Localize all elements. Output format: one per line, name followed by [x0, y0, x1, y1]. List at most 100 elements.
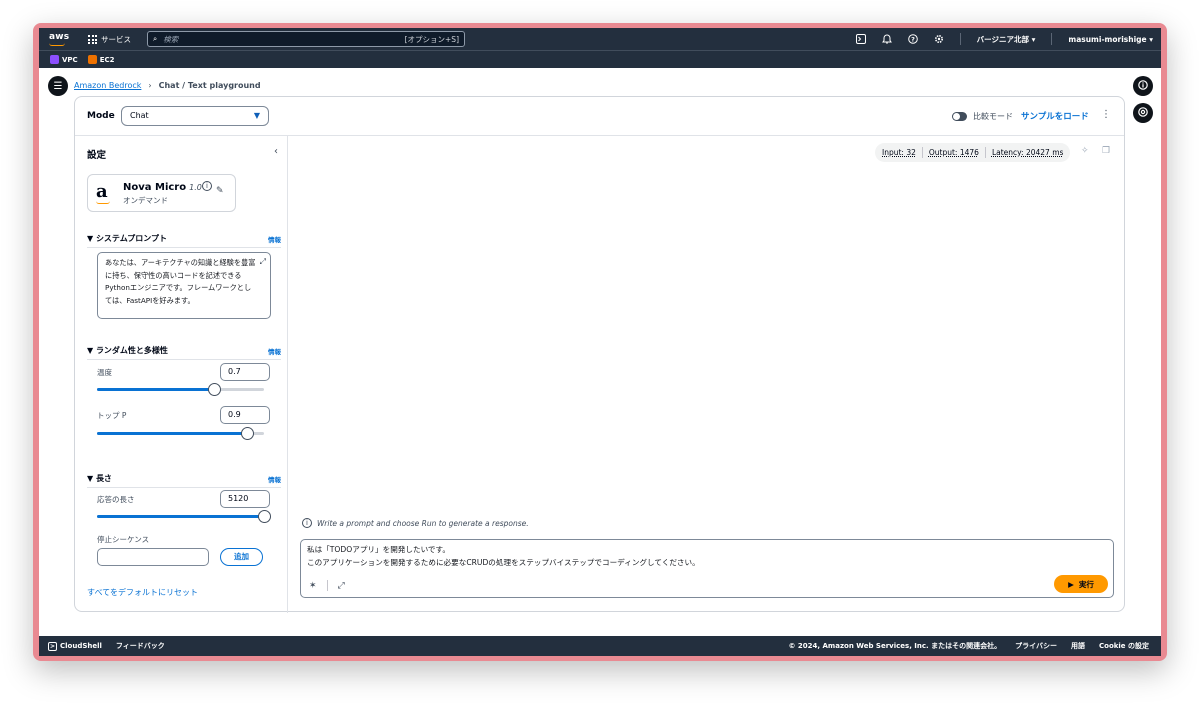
- services-menu-button[interactable]: サービス: [88, 34, 131, 45]
- terms-link[interactable]: 用語: [1071, 641, 1085, 651]
- collapse-panel-icon[interactable]: ‹: [274, 146, 278, 157]
- slider-knob[interactable]: [258, 510, 271, 523]
- input-tokens[interactable]: Input: 32: [882, 148, 916, 157]
- system-prompt-section: ▼ システムプロンプト 情報 あなたは、アーキテクチャの知識と経験を豊富に持ち、…: [87, 233, 281, 323]
- info-link[interactable]: 情報: [268, 234, 281, 244]
- nav-separator: [959, 33, 961, 45]
- browser-window: aws サービス ⌕ 検索 [オプション+S] ? バージニア北部 ▾ masu…: [39, 28, 1161, 656]
- aws-smile-icon: [49, 43, 65, 46]
- length-section: ▼ 長さ 情報 応答の長さ 5120 停止シーケンス 追加: [87, 473, 281, 583]
- clear-chat-icon[interactable]: ✧: [1081, 146, 1089, 156]
- help-panel-button[interactable]: [1133, 103, 1153, 123]
- output-tokens[interactable]: Output: 1476: [929, 148, 979, 157]
- compare-mode-label: 比較モード: [973, 112, 1013, 121]
- copyright-text: © 2024, Amazon Web Services, Inc. またはその関…: [788, 642, 1002, 650]
- search-shortcut: [オプション+S]: [404, 34, 459, 44]
- breadcrumb-current: Chat / Text playground: [158, 81, 261, 90]
- top-p-input[interactable]: 0.9: [220, 406, 270, 424]
- info-link[interactable]: 情報: [268, 474, 281, 484]
- load-sample-button[interactable]: サンプルをロード: [1021, 110, 1089, 122]
- grid-icon: [88, 35, 97, 44]
- breadcrumb-link-bedrock[interactable]: Amazon Bedrock: [74, 81, 141, 90]
- toggle-switch[interactable]: [952, 112, 967, 121]
- randomness-header[interactable]: ▼ ランダム性と多様性 情報: [87, 345, 281, 360]
- hamburger-menu-button[interactable]: ☰: [48, 76, 68, 96]
- feedback-link[interactable]: フィードバック: [116, 641, 165, 651]
- expand-icon[interactable]: ⤢: [260, 256, 266, 269]
- edit-pencil-icon[interactable]: ✎: [216, 186, 224, 196]
- cookie-settings-link[interactable]: Cookie の設定: [1099, 641, 1149, 651]
- info-circle-icon: i: [302, 518, 312, 528]
- privacy-link[interactable]: プライバシー: [1015, 641, 1057, 651]
- svg-text:?: ?: [911, 35, 915, 43]
- settings-title: 設定: [87, 150, 107, 161]
- add-stop-sequence-button[interactable]: 追加: [220, 548, 263, 566]
- info-panel-button[interactable]: [1133, 76, 1153, 96]
- prompt-tools: ✶ ⤢: [309, 580, 345, 591]
- temperature-input[interactable]: 0.7: [220, 363, 270, 381]
- top-right-controls: ? バージニア北部 ▾ masumi-morishige ▾: [855, 33, 1153, 45]
- account-menu[interactable]: masumi-morishige ▾: [1068, 35, 1153, 44]
- cloudshell-label: CloudShell: [60, 642, 102, 650]
- slider-fill: [97, 432, 248, 435]
- temperature-slider[interactable]: [97, 383, 264, 396]
- length-header[interactable]: ▼ 長さ 情報: [87, 473, 281, 488]
- mode-bar: Mode Chat ▼ 比較モード サンプルをロード ⋮: [75, 97, 1124, 136]
- chevron-right-icon: ›: [148, 81, 152, 90]
- system-prompt-textarea[interactable]: あなたは、アーキテクチャの知識と経験を豊富に持ち、保守性の高いコードを記述できる…: [97, 252, 271, 319]
- caret-down-icon: ▼: [253, 111, 260, 120]
- help-icon[interactable]: ?: [907, 34, 918, 44]
- aws-footer: > CloudShell フィードバック © 2024, Amazon Web …: [39, 636, 1161, 656]
- response-length-input[interactable]: 5120: [220, 490, 270, 508]
- slider-knob[interactable]: [241, 427, 255, 440]
- cloudshell-icon: >: [48, 641, 57, 651]
- play-icon: ▶: [1068, 579, 1074, 589]
- breadcrumb: Amazon Bedrock › Chat / Text playground: [74, 81, 261, 90]
- cloudshell-icon[interactable]: [855, 34, 866, 44]
- system-prompt-text: あなたは、アーキテクチャの知識と経験を豊富に持ち、保守性の高いコードを記述できる…: [105, 258, 256, 305]
- response-length-slider[interactable]: [97, 510, 271, 523]
- playground-card: Mode Chat ▼ 比較モード サンプルをロード ⋮ 設定 ‹ a Nova…: [74, 96, 1125, 613]
- metrics-separator: [984, 147, 986, 158]
- top-p-slider[interactable]: [97, 427, 264, 440]
- region-selector[interactable]: バージニア北部 ▾: [977, 34, 1036, 45]
- run-button[interactable]: ▶ 実行: [1054, 575, 1108, 593]
- favorite-vpc[interactable]: VPC: [50, 55, 78, 64]
- magic-wand-icon[interactable]: ✶: [309, 581, 317, 591]
- hamburger-icon: ☰: [53, 80, 63, 92]
- slider-fill: [97, 388, 214, 391]
- settings-gear-icon[interactable]: [934, 34, 944, 44]
- system-prompt-header[interactable]: ▼ システムプロンプト 情報: [87, 233, 281, 248]
- section-heading: ▼ 長さ: [87, 474, 112, 483]
- search-placeholder: 検索: [163, 34, 179, 44]
- metrics-separator: [921, 147, 923, 158]
- prompt-line: 私は「TODOアプリ」を開発したいです。: [307, 545, 450, 554]
- favorite-ec2[interactable]: EC2: [87, 55, 114, 64]
- copy-icon[interactable]: ❐: [1102, 146, 1110, 156]
- aws-logo[interactable]: aws: [49, 32, 70, 46]
- response-length-label: 応答の長さ: [97, 495, 135, 504]
- prompt-input[interactable]: 私は「TODOアプリ」を開発したいです。 このアプリケーションを開発するために必…: [300, 539, 1114, 598]
- search-input[interactable]: ⌕ 検索 [オプション+S]: [147, 31, 465, 47]
- slider-fill: [97, 515, 264, 518]
- aws-logo-text: aws: [49, 32, 70, 42]
- info-link[interactable]: 情報: [268, 346, 281, 356]
- cloudshell-link[interactable]: > CloudShell: [48, 641, 102, 651]
- reset-defaults-link[interactable]: すべてをデフォルトにリセット: [87, 587, 198, 598]
- slider-knob[interactable]: [207, 383, 221, 396]
- favorites-bar: VPC EC2: [39, 50, 1161, 68]
- aws-top-nav: aws サービス ⌕ 検索 [オプション+S] ? バージニア北部 ▾ masu…: [39, 28, 1161, 50]
- compare-mode-toggle[interactable]: 比較モード: [952, 111, 1013, 122]
- mode-select[interactable]: Chat ▼: [121, 106, 269, 126]
- expand-icon[interactable]: ⤢: [338, 581, 345, 591]
- ec2-icon: [87, 55, 97, 64]
- more-options-icon[interactable]: ⋮: [1101, 109, 1111, 120]
- notifications-bell-icon[interactable]: [881, 34, 892, 44]
- model-name: Nova Micro 1.0: [123, 182, 202, 193]
- stop-sequence-input[interactable]: [97, 548, 209, 566]
- latency[interactable]: Latency: 20427 ms: [992, 148, 1063, 157]
- mode-select-value: Chat: [130, 111, 149, 120]
- model-info-icon[interactable]: i: [202, 181, 212, 191]
- model-selector-card[interactable]: a Nova Micro 1.0 オンデマンド i ✎: [87, 174, 236, 212]
- amazon-smile-icon: [96, 201, 110, 204]
